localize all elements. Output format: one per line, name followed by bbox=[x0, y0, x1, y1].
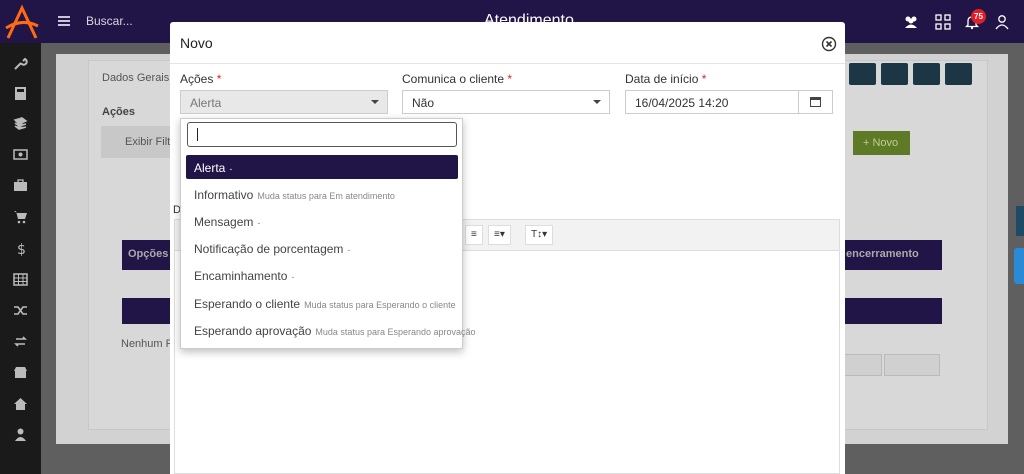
filter-button-label: Exibir Filt bbox=[125, 136, 171, 148]
modal-divider bbox=[170, 63, 845, 64]
refresh-icon[interactable] bbox=[13, 334, 28, 349]
side-tab-blue[interactable] bbox=[1014, 248, 1024, 284]
svg-text:$: $ bbox=[17, 242, 26, 256]
shuffle-icon[interactable] bbox=[13, 303, 28, 318]
comunica-select[interactable]: Não bbox=[402, 90, 610, 114]
data-inicio-value: 16/04/2025 14:20 bbox=[635, 96, 729, 110]
pager-next[interactable] bbox=[884, 354, 940, 376]
chevron-down-icon bbox=[371, 100, 379, 104]
menu-icon[interactable] bbox=[57, 14, 71, 28]
notification-badge: 75 bbox=[971, 9, 986, 24]
side-tab-dark[interactable] bbox=[1016, 206, 1024, 236]
check-button[interactable] bbox=[913, 63, 940, 85]
calendar-icon bbox=[810, 97, 821, 107]
acoes-label: Ações * bbox=[180, 72, 222, 86]
person-icon[interactable] bbox=[13, 427, 28, 442]
dollar-icon[interactable]: $ bbox=[13, 241, 28, 256]
close-icon[interactable] bbox=[821, 36, 837, 52]
team-icon[interactable] bbox=[903, 14, 919, 30]
option-esperando-cliente[interactable]: Esperando o cliente Muda status para Espe… bbox=[186, 291, 458, 315]
home-icon[interactable] bbox=[13, 396, 28, 411]
chevron-down-icon bbox=[593, 100, 601, 104]
app-logo[interactable] bbox=[4, 4, 40, 40]
option-informativo[interactable]: Informativo Muda status para Em atendimen… bbox=[186, 182, 458, 206]
user-icon[interactable] bbox=[994, 14, 1010, 30]
cart-icon[interactable] bbox=[13, 209, 28, 224]
empty-message: Nenhum R bbox=[121, 338, 174, 350]
comunica-select-value: Não bbox=[412, 96, 435, 110]
data-inicio-input[interactable]: 16/04/2025 14:20 bbox=[625, 90, 833, 114]
new-action-label: Novo bbox=[872, 137, 899, 149]
ordered-list-button[interactable]: ≡ bbox=[465, 225, 483, 245]
left-sidebar: $ bbox=[0, 43, 41, 474]
option-esperando-aprovacao[interactable]: Esperando aprovação Muda status para Espe… bbox=[186, 318, 476, 342]
store-icon[interactable] bbox=[13, 365, 28, 380]
view-button[interactable] bbox=[945, 63, 972, 85]
align-button[interactable]: ≡▾ bbox=[488, 225, 511, 245]
new-action-button[interactable]: + Novo bbox=[853, 131, 910, 155]
forward-button[interactable] bbox=[881, 63, 908, 85]
tab-dados-gerais[interactable]: Dados Gerais bbox=[102, 72, 169, 84]
calculator-icon[interactable] bbox=[13, 86, 28, 101]
acoes-select-value: Alerta bbox=[190, 96, 222, 110]
money-icon[interactable] bbox=[13, 147, 28, 162]
acoes-dropdown: Alerta - Informativo Muda status para Em a… bbox=[180, 118, 476, 349]
modal-title: Novo bbox=[180, 35, 213, 51]
comunica-label: Comunica o cliente * bbox=[402, 72, 513, 86]
edit-button[interactable] bbox=[849, 63, 876, 85]
wrench-icon[interactable] bbox=[13, 56, 28, 71]
option-mensagem[interactable]: Mensagem - bbox=[186, 209, 458, 233]
text-size-button[interactable]: T↕▾ bbox=[525, 225, 554, 245]
column-options: Opções bbox=[128, 248, 169, 260]
data-inicio-label: Data de início * bbox=[625, 72, 707, 86]
dropdown-search-input[interactable] bbox=[187, 122, 457, 147]
text-cursor bbox=[197, 128, 198, 141]
books-icon[interactable] bbox=[13, 116, 28, 131]
option-encaminhamento[interactable]: Encaminhamento - bbox=[186, 263, 458, 287]
option-alerta[interactable]: Alerta - bbox=[186, 155, 458, 179]
option-notificacao-porcentagem[interactable]: Notificação de porcentagem - bbox=[186, 236, 458, 260]
briefcase-icon[interactable] bbox=[13, 178, 28, 193]
calendar-button[interactable] bbox=[798, 90, 832, 114]
grid-icon[interactable] bbox=[935, 14, 951, 30]
acoes-select[interactable]: Alerta bbox=[180, 90, 388, 114]
filter-button[interactable]: Exibir Filt bbox=[101, 126, 171, 158]
table-icon[interactable] bbox=[13, 272, 28, 287]
search-input[interactable]: Buscar... bbox=[86, 14, 133, 28]
section-title-acoes: Ações bbox=[102, 106, 136, 118]
column-closing: encerramento bbox=[846, 248, 919, 260]
